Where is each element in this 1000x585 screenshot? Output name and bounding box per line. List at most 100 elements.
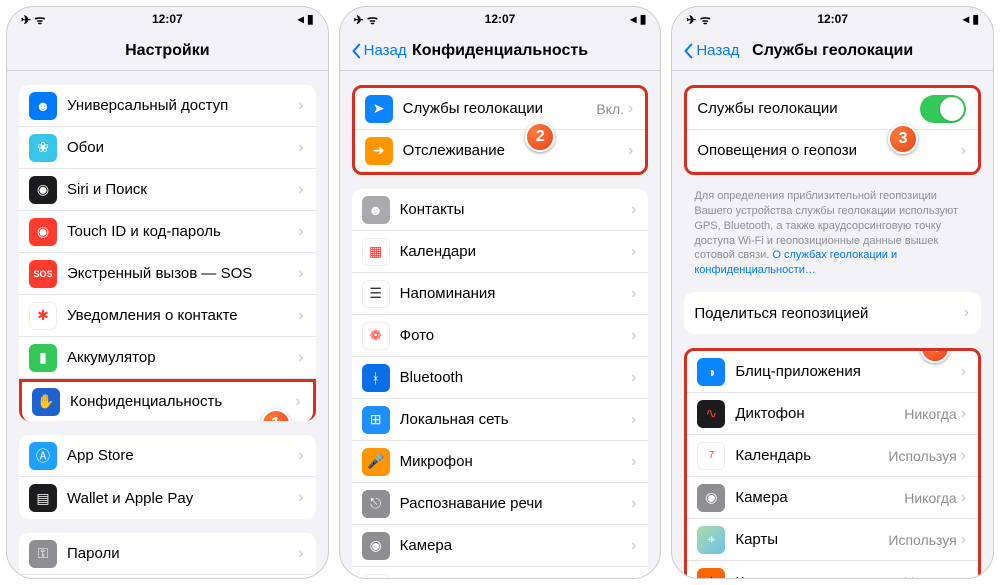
- chevron-icon: ›: [298, 349, 303, 367]
- chevron-icon: ›: [298, 97, 303, 115]
- settings-group-2: Ⓐ App Store › ▤ Wallet и Apple Pay ›: [19, 435, 316, 519]
- row-passwords[interactable]: ⚿ Пароли ›: [19, 533, 316, 575]
- row-tracking[interactable]: ➜ Отслеживание ›: [355, 130, 646, 172]
- chevron-icon: ›: [631, 285, 636, 303]
- label: Службы геолокации: [403, 100, 597, 117]
- status-bar: ✈ ᯤ 12:07 ◂ ▮: [672, 7, 993, 31]
- siri-icon: ◉: [29, 176, 57, 204]
- camera-icon: ◉: [362, 532, 390, 560]
- status-bar: ✈ ᯤ 12:07 ◂ ▮: [7, 7, 328, 31]
- row-health[interactable]: ♥Здоровье›: [352, 567, 649, 578]
- chevron-left-icon: [348, 43, 364, 59]
- contacts-icon: ☻: [362, 196, 390, 224]
- footnote: Для определения приблизительной геопозиц…: [672, 189, 993, 278]
- calendar-app-icon: 7: [697, 442, 725, 470]
- chevron-icon: ›: [964, 304, 969, 322]
- label: Поделиться геопозицией: [694, 305, 963, 322]
- chevron-icon: ›: [631, 369, 636, 387]
- location-group-1: Службы геолокации Оповещения о геопози ›…: [684, 85, 981, 175]
- row-microphone[interactable]: 🎤Микрофон›: [352, 441, 649, 483]
- content: ➤ Службы геолокации Вкл. › ➜ Отслеживани…: [340, 71, 661, 578]
- chevron-icon: ›: [298, 265, 303, 283]
- chevron-icon: ›: [961, 489, 966, 507]
- location-group-2: Поделиться геопозицией ›: [684, 292, 981, 334]
- chevron-icon: ›: [631, 495, 636, 513]
- row-calendar-app[interactable]: 7КалендарьИспользуя›: [687, 435, 978, 477]
- label: Bluetooth: [400, 369, 631, 386]
- airplane-wifi-icon: ✈ ᯤ: [21, 11, 45, 28]
- chevron-icon: ›: [298, 139, 303, 157]
- location-group-apps: 4 ◑Блиц-приложения› ∿ДиктофонНикогда› 7К…: [684, 348, 981, 578]
- row-accessibility[interactable]: ☻ Универсальный доступ ›: [19, 85, 316, 127]
- row-wallet[interactable]: ▤ Wallet и Apple Pay ›: [19, 477, 316, 519]
- row-bluetooth[interactable]: ᚼ Bluetooth›: [352, 357, 649, 399]
- key-icon: ⚿: [29, 540, 57, 568]
- value: Никогда: [904, 490, 956, 506]
- label: Календари: [400, 243, 631, 260]
- row-voice-memos[interactable]: ∿ДиктофонНикогда›: [687, 393, 978, 435]
- back-label: Назад: [364, 42, 407, 59]
- row-location-services[interactable]: ➤ Службы геолокации Вкл. ›: [355, 88, 646, 130]
- row-speech[interactable]: ⎋Распознавание речи›: [352, 483, 649, 525]
- row-sos[interactable]: SOS Экстренный вызов — SOS ›: [19, 253, 316, 295]
- chevron-icon: ›: [631, 537, 636, 555]
- row-appstore[interactable]: Ⓐ App Store ›: [19, 435, 316, 477]
- status-time: 12:07: [485, 12, 516, 26]
- back-button[interactable]: Назад: [680, 42, 739, 59]
- row-privacy[interactable]: ✋ Конфиденциальность › 1: [19, 379, 316, 421]
- label: Диктофон: [735, 405, 904, 422]
- back-label: Назад: [696, 42, 739, 59]
- row-share-location[interactable]: Поделиться геопозицией ›: [684, 292, 981, 334]
- row-touchid[interactable]: ◉ Touch ID и код-пароль ›: [19, 211, 316, 253]
- label: App Store: [67, 447, 298, 464]
- value: Используя: [888, 448, 956, 464]
- photos-icon: ❁: [362, 322, 390, 350]
- page-title: Службы геолокации: [752, 42, 913, 60]
- row-photos[interactable]: ❁Фото›: [352, 315, 649, 357]
- row-kinopoisk[interactable]: ✳КинопоискНикогда›: [687, 561, 978, 578]
- reminders-icon: ☰: [362, 280, 390, 308]
- back-button[interactable]: Назад: [348, 42, 407, 59]
- page-title: Настройки: [125, 42, 209, 60]
- row-location-toggle[interactable]: Службы геолокации: [687, 88, 978, 130]
- wallet-icon: ▤: [29, 484, 57, 512]
- chevron-icon: ›: [298, 447, 303, 465]
- row-reminders[interactable]: ☰Напоминания›: [352, 273, 649, 315]
- privacy-group-1: ➤ Службы геолокации Вкл. › ➜ Отслеживани…: [352, 85, 649, 175]
- toggle-location[interactable]: [920, 95, 966, 123]
- chevron-icon: ›: [631, 411, 636, 429]
- row-calendars[interactable]: ▦Календари›: [352, 231, 649, 273]
- value: Вкл.: [596, 101, 624, 117]
- settings-group-3: ⚿ Пароли › ✉ Почта ›: [19, 533, 316, 578]
- row-mail[interactable]: ✉ Почта ›: [19, 575, 316, 578]
- exposure-icon: ✱: [29, 302, 57, 330]
- row-siri[interactable]: ◉ Siri и Поиск ›: [19, 169, 316, 211]
- chevron-left-icon: [680, 43, 696, 59]
- row-exposure[interactable]: ✱ Уведомления о контакте ›: [19, 295, 316, 337]
- calendar-icon: ▦: [362, 238, 390, 266]
- page-title: Конфиденциальность: [412, 42, 588, 60]
- row-contacts[interactable]: ☻Контакты›: [352, 189, 649, 231]
- navbar: Настройки: [7, 31, 328, 71]
- phone-settings: ✈ ᯤ 12:07 ◂ ▮ Настройки ☻ Универсальный …: [6, 6, 329, 579]
- bluetooth-icon: ᚼ: [362, 364, 390, 392]
- value: Никогда: [904, 406, 956, 422]
- label: Камера: [400, 537, 631, 554]
- airplane-wifi-icon: ✈ ᯤ: [354, 11, 378, 28]
- callout-3: 3: [888, 124, 918, 154]
- row-location-alerts[interactable]: Оповещения о геопози ›: [687, 130, 978, 172]
- row-camera[interactable]: ◉ Камера›: [352, 525, 649, 567]
- content: Службы геолокации Оповещения о геопози ›…: [672, 71, 993, 578]
- camera-app-icon: ◉: [697, 484, 725, 512]
- row-camera-app[interactable]: ◉КамераНикогда›: [687, 477, 978, 519]
- chevron-icon: ›: [631, 201, 636, 219]
- row-battery[interactable]: ▮ Аккумулятор ›: [19, 337, 316, 379]
- label: Локальная сеть: [400, 411, 631, 428]
- row-local-network[interactable]: ⊞Локальная сеть›: [352, 399, 649, 441]
- row-maps-app[interactable]: ⌖КартыИспользуя›: [687, 519, 978, 561]
- chevron-icon: ›: [295, 393, 300, 411]
- row-wallpaper[interactable]: ❀ Обои ›: [19, 127, 316, 169]
- chevron-icon: ›: [628, 142, 633, 160]
- phone-location: ✈ ᯤ 12:07 ◂ ▮ Назад Службы геолокации Сл…: [671, 6, 994, 579]
- value: Никогда: [904, 574, 956, 578]
